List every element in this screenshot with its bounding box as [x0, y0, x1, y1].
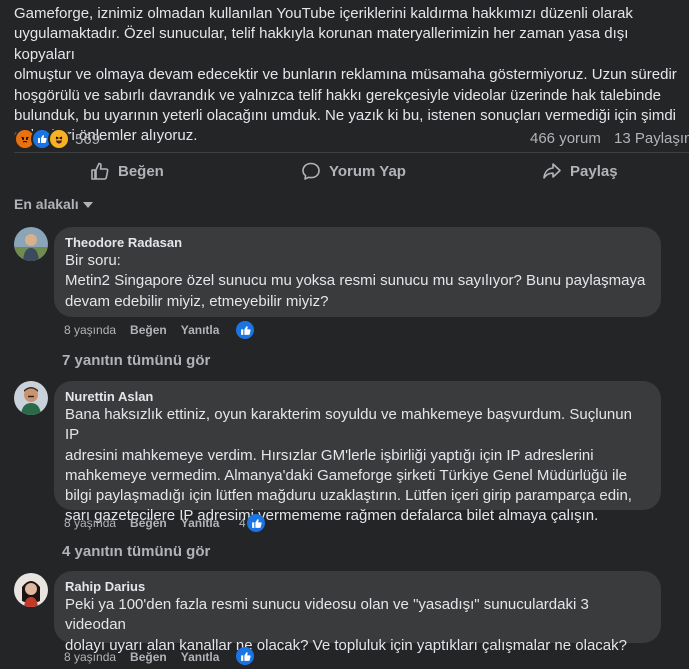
comment-like-icon[interactable] [247, 514, 265, 532]
comment-like-icon[interactable] [236, 321, 254, 339]
comment-author[interactable]: Nurettin Aslan [65, 388, 649, 405]
chevron-down-icon [82, 202, 93, 208]
comment-reply-button[interactable]: Yanıtla [181, 323, 220, 337]
comment-age[interactable]: 8 yaşında [64, 323, 116, 337]
comment-sort-dropdown[interactable]: En alakalı [14, 196, 93, 212]
comment-like-icon[interactable] [236, 647, 254, 665]
comment-bubble: Nurettin Aslan Bana haksızlık ettiniz, o… [54, 381, 661, 524]
comment-count[interactable]: 466 yorum [530, 130, 601, 147]
comment-text: Bir soru: Metin2 Singapore özel sunucu m… [65, 252, 646, 310]
reaction-summary[interactable]: 569 [14, 128, 100, 150]
comment-button-label: Yorum Yap [329, 162, 406, 180]
share-button-label: Paylaş [570, 162, 618, 180]
comment-age[interactable]: 8 yaşında [64, 516, 116, 530]
comment-like-button[interactable]: Beğen [130, 650, 167, 664]
avatar[interactable] [14, 381, 48, 415]
comment-age[interactable]: 8 yaşında [64, 650, 116, 664]
comment-icon [302, 162, 320, 180]
comment-like-button[interactable]: Beğen [130, 516, 167, 530]
reaction-count: 569 [75, 130, 101, 148]
comment-author[interactable]: Theodore Radasan [65, 234, 649, 251]
post-text: Gameforge, iznimiz olmadan kullanılan Yo… [14, 5, 677, 145]
haha-icon [48, 128, 70, 150]
comment-reply-button[interactable]: Yanıtla [181, 516, 220, 530]
comment-bubble: Theodore Radasan Bir soru: Metin2 Singap… [54, 227, 661, 317]
comment-text: Peki ya 100'den fazla resmi sunucu video… [65, 596, 627, 654]
thumbs-up-icon [91, 162, 109, 180]
share-count[interactable]: 13 Paylaşım [614, 130, 689, 147]
share-button[interactable]: Paylaş [542, 152, 618, 190]
view-replies-link[interactable]: 4 yanıtın tümünü gör [62, 543, 210, 560]
avatar[interactable] [14, 573, 48, 607]
comment-bubble: Rahip Darius Peki ya 100'den fazla resmi… [54, 571, 661, 654]
like-button-label: Beğen [118, 162, 164, 180]
sort-label: En alakalı [14, 196, 79, 212]
view-replies-link[interactable]: 7 yanıtın tümünü gör [62, 352, 210, 369]
comment-reaction-count[interactable]: 4 [239, 516, 246, 530]
comment-meta: 8 yaşında Beğen Yanıtla [64, 516, 219, 530]
like-button[interactable]: Beğen [90, 152, 164, 190]
comment-meta: 8 yaşında Beğen Yanıtla [64, 323, 219, 337]
comment-meta: 8 yaşında Beğen Yanıtla [64, 650, 219, 664]
comment-text: Bana haksızlık ettiniz, oyun karakterim … [65, 406, 632, 525]
post-stats: 569 466 yorum 13 Paylaşım [14, 128, 689, 150]
avatar[interactable] [14, 227, 48, 261]
share-icon [543, 163, 561, 179]
post-action-bar: Beğen Yorum Yap Paylaş [14, 152, 689, 190]
comment-like-button[interactable]: Beğen [130, 323, 167, 337]
comment-reply-button[interactable]: Yanıtla [181, 650, 220, 664]
comment-author[interactable]: Rahip Darius [65, 578, 649, 595]
comment-button[interactable]: Yorum Yap [301, 152, 406, 190]
